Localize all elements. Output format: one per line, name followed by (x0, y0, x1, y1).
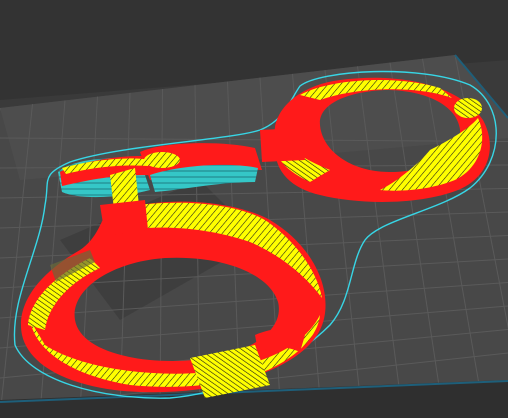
upper-cuff-hinge (454, 98, 482, 118)
chain-swivel (144, 152, 180, 168)
lower-cuff-ratchet-wall (100, 200, 148, 236)
upper-cuff-link-block (260, 128, 305, 162)
layer-preview-viewport[interactable] (0, 0, 508, 418)
scene-canvas (0, 0, 508, 418)
